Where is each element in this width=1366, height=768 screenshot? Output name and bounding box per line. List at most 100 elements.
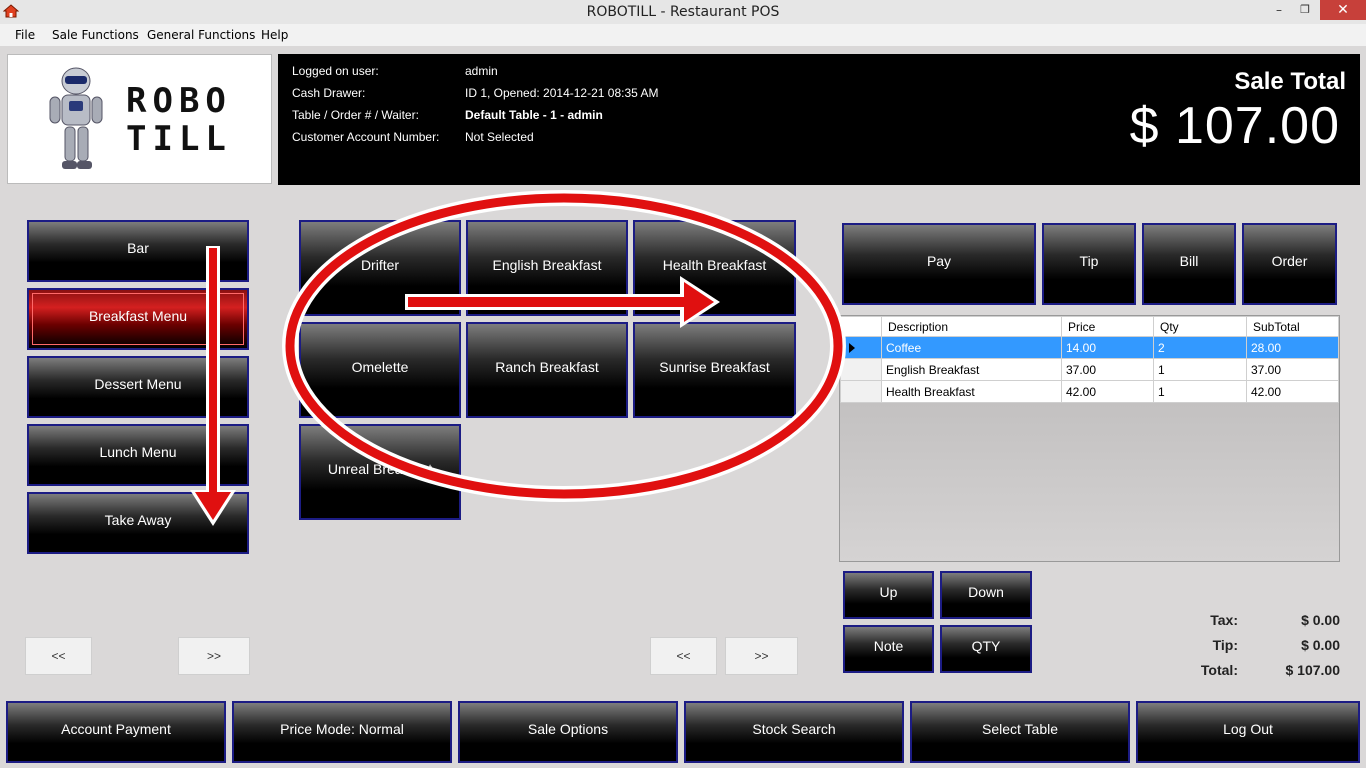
- note-button[interactable]: Note: [843, 625, 934, 673]
- product-sunrise-breakfast-button[interactable]: Sunrise Breakfast: [633, 322, 796, 418]
- cell-subtotal[interactable]: 42.00: [1246, 380, 1339, 403]
- sale-items-table: Description Price Qty SubTotal Coffee 14…: [840, 316, 1339, 403]
- tip-button[interactable]: Tip: [1042, 223, 1136, 305]
- cash-drawer-label: Cash Drawer:: [292, 86, 366, 100]
- cash-drawer-value: ID 1, Opened: 2014-12-21 08:35 AM: [465, 86, 659, 100]
- cell-description[interactable]: Health Breakfast: [881, 380, 1062, 403]
- sale-total-label: Sale Total: [1234, 68, 1346, 95]
- qty-label: QTY: [971, 638, 1001, 654]
- menu-bar: File Sale Functions General Functions He…: [0, 24, 1366, 46]
- up-button[interactable]: Up: [843, 571, 934, 619]
- minimize-button[interactable]: –: [1266, 0, 1292, 20]
- menu-file[interactable]: File: [15, 28, 35, 42]
- product-label: Ranch Breakfast: [495, 359, 599, 375]
- footer-label: Account Payment: [61, 721, 171, 737]
- grid-corner: [840, 316, 882, 337]
- cell-subtotal[interactable]: 37.00: [1246, 358, 1339, 381]
- select-table-button[interactable]: Select Table: [910, 701, 1130, 763]
- cell-qty[interactable]: 2: [1153, 336, 1247, 359]
- product-label: Omelette: [351, 359, 409, 375]
- total-label: Total:: [1200, 662, 1238, 678]
- tax-label: Tax:: [1210, 612, 1238, 628]
- category-label: Lunch Menu: [99, 444, 177, 460]
- bill-button[interactable]: Bill: [1142, 223, 1236, 305]
- qty-button[interactable]: QTY: [940, 625, 1032, 673]
- logged-on-user-label: Logged on user:: [292, 64, 379, 78]
- robot-icon: [49, 67, 103, 169]
- footer-label: Price Mode: Normal: [280, 721, 404, 737]
- product-english-breakfast-button[interactable]: English Breakfast: [466, 220, 628, 316]
- row-selector[interactable]: [840, 358, 882, 381]
- menu-general-functions[interactable]: General Functions: [147, 28, 255, 42]
- category-take-away-button[interactable]: Take Away: [27, 492, 249, 554]
- table-label: Table / Order # / Waiter:: [292, 108, 419, 122]
- log-out-button[interactable]: Log Out: [1136, 701, 1360, 763]
- window-title: ROBOTILL - Restaurant POS: [586, 4, 780, 20]
- footer-label: Log Out: [1223, 721, 1273, 737]
- category-label: Take Away: [104, 512, 172, 528]
- cell-qty[interactable]: 1: [1153, 380, 1247, 403]
- logo-text-line1: ROBO: [126, 81, 232, 121]
- product-label: Health Breakfast: [662, 257, 767, 273]
- product-ranch-breakfast-button[interactable]: Ranch Breakfast: [466, 322, 628, 418]
- cell-description[interactable]: English Breakfast: [881, 358, 1062, 381]
- row-selector[interactable]: [840, 336, 882, 359]
- cell-price[interactable]: 14.00: [1061, 336, 1154, 359]
- account-payment-button[interactable]: Account Payment: [6, 701, 226, 763]
- grid-col-subtotal[interactable]: SubTotal: [1246, 316, 1339, 337]
- info-panel: Logged on user: admin Cash Drawer: ID 1,…: [278, 54, 1360, 185]
- grid-header-row: Description Price Qty SubTotal: [840, 316, 1339, 337]
- up-label: Up: [879, 584, 898, 600]
- product-unreal-breakfast-button[interactable]: Unreal Breakfast: [299, 424, 461, 520]
- cell-subtotal[interactable]: 28.00: [1246, 336, 1339, 359]
- product-next-button[interactable]: >>: [725, 637, 798, 675]
- sale-total-value: $ 107.00: [1129, 97, 1340, 155]
- menu-sale-functions[interactable]: Sale Functions: [52, 28, 139, 42]
- close-button[interactable]: ✕: [1320, 0, 1366, 20]
- table-row[interactable]: Health Breakfast 42.00 1 42.00: [840, 380, 1339, 403]
- grid-col-description[interactable]: Description: [881, 316, 1062, 337]
- grid-col-qty[interactable]: Qty: [1153, 316, 1247, 337]
- category-prev-button[interactable]: <<: [25, 637, 92, 675]
- order-button[interactable]: Order: [1242, 223, 1337, 305]
- tip-label: Tip: [1079, 253, 1099, 269]
- maximize-button[interactable]: ❐: [1292, 0, 1318, 20]
- bill-label: Bill: [1179, 253, 1199, 269]
- price-mode-button[interactable]: Price Mode: Normal: [232, 701, 452, 763]
- product-label: English Breakfast: [492, 257, 602, 273]
- order-label: Order: [1271, 253, 1308, 269]
- cell-qty[interactable]: 1: [1153, 358, 1247, 381]
- cell-price[interactable]: 37.00: [1061, 358, 1154, 381]
- sale-items-grid[interactable]: Description Price Qty SubTotal Coffee 14…: [839, 315, 1340, 562]
- table-row[interactable]: Coffee 14.00 2 28.00: [840, 336, 1339, 359]
- stock-search-button[interactable]: Stock Search: [684, 701, 904, 763]
- table-value: Default Table - 1 - admin: [465, 108, 603, 122]
- category-next-button[interactable]: >>: [178, 637, 250, 675]
- tip-total-label: Tip:: [1212, 637, 1238, 653]
- footer-label: Stock Search: [752, 721, 836, 737]
- down-button[interactable]: Down: [940, 571, 1032, 619]
- cell-price[interactable]: 42.00: [1061, 380, 1154, 403]
- category-breakfast-menu-button[interactable]: Breakfast Menu: [27, 288, 249, 350]
- cell-description[interactable]: Coffee: [881, 336, 1062, 359]
- category-dessert-menu-button[interactable]: Dessert Menu: [27, 356, 249, 418]
- product-label: Drifter: [360, 257, 400, 273]
- customer-label: Customer Account Number:: [292, 130, 440, 144]
- grid-col-price[interactable]: Price: [1061, 316, 1154, 337]
- table-row[interactable]: English Breakfast 37.00 1 37.00: [840, 358, 1339, 381]
- category-lunch-menu-button[interactable]: Lunch Menu: [27, 424, 249, 486]
- product-prev-button[interactable]: <<: [650, 637, 717, 675]
- product-omelette-button[interactable]: Omelette: [299, 322, 461, 418]
- category-bar-button[interactable]: Bar: [27, 220, 249, 282]
- category-label: Dessert Menu: [94, 376, 182, 392]
- current-row-icon: [849, 343, 855, 353]
- row-selector[interactable]: [840, 380, 882, 403]
- tip-total-value: $ 0.00: [1301, 637, 1340, 653]
- logged-on-user-value: admin: [465, 64, 498, 78]
- product-health-breakfast-button[interactable]: Health Breakfast: [633, 220, 796, 316]
- menu-help[interactable]: Help: [261, 28, 288, 42]
- pay-button[interactable]: Pay: [842, 223, 1036, 305]
- sale-options-button[interactable]: Sale Options: [458, 701, 678, 763]
- product-drifter-button[interactable]: Drifter: [299, 220, 461, 316]
- logo-text-line2: TILL: [126, 119, 232, 159]
